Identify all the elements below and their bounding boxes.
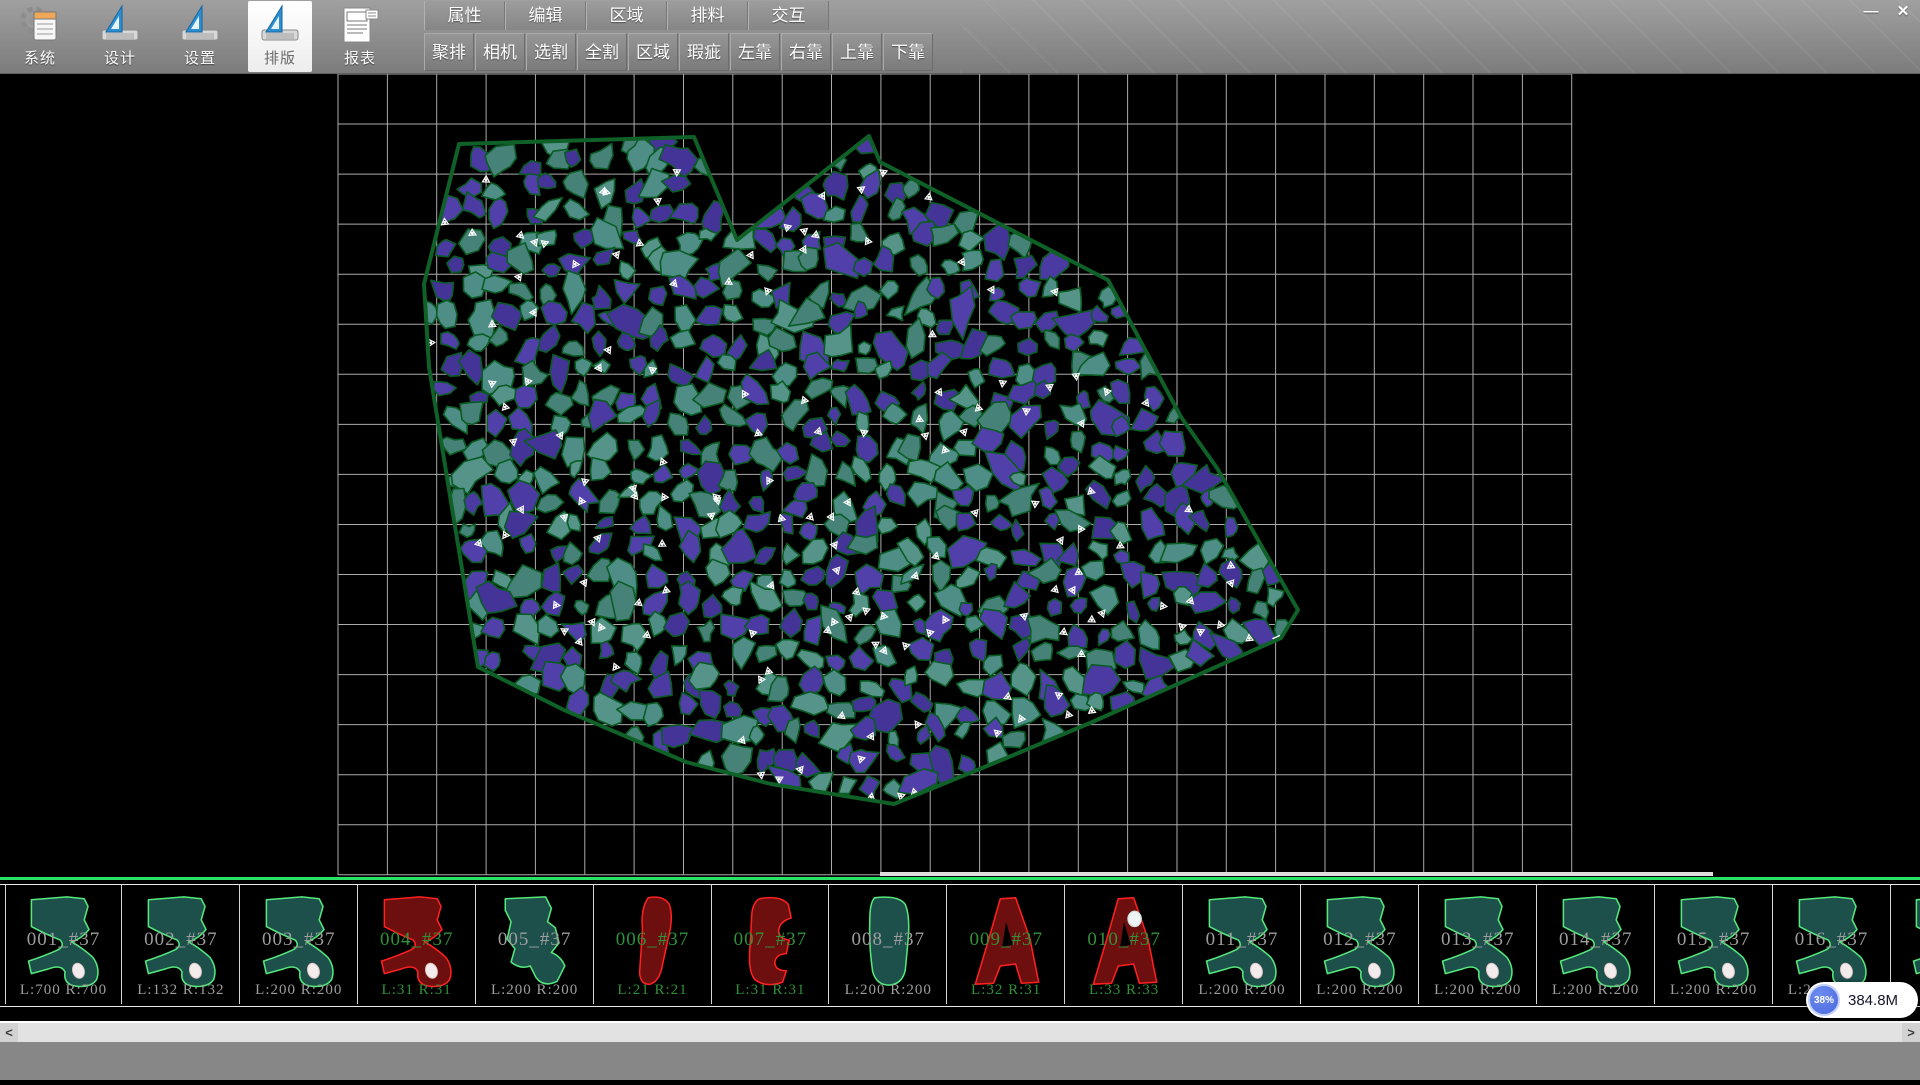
piece-id-label: 003_#37 <box>241 929 357 951</box>
piece-id-label: 013_#37 <box>1420 929 1536 951</box>
scroll-right-button[interactable]: > <box>1902 1023 1920 1042</box>
tab-label: 排版 <box>248 47 312 68</box>
piece-count-label: L:200 R:200 <box>1184 982 1300 999</box>
piece-count-label: L:31 R:31 <box>359 982 475 999</box>
progress-circle: 38% <box>1808 984 1840 1016</box>
ruler-icon <box>258 4 302 46</box>
thumbnail-cell[interactable]: 003_#37 L:200 R:200 <box>241 885 358 1004</box>
piece-count-label: L:200 R:200 <box>477 982 593 999</box>
piece-count-label: L:200 R:200 <box>1302 982 1418 999</box>
ruler-icon <box>178 4 222 46</box>
piece-id-label: 0 <box>1891 929 1920 951</box>
action-button[interactable]: 聚排 <box>424 33 474 71</box>
piece-id-label: 014_#37 <box>1538 929 1654 951</box>
piece-count-label: L:200 R:200 <box>1420 982 1536 999</box>
piece-id-label: 004_#37 <box>359 929 475 951</box>
tab-report[interactable]: 报表 <box>328 1 392 72</box>
piece-thumbnail-strip: 001_#37L:700 R:700002_#37L:132 R:132003_… <box>0 884 1920 1007</box>
tab-label: 系统 <box>8 47 72 68</box>
tab-label: 设置 <box>168 47 232 68</box>
menu-bar: 属性编辑区域排料交互 <box>424 1 829 30</box>
piece-id-label: 001_#37 <box>6 929 121 951</box>
tab-label: 报表 <box>328 47 392 68</box>
thumbnail-cell[interactable]: 006_#37 L:21 R:21 <box>595 885 712 1004</box>
menu-item[interactable]: 排料 <box>667 1 748 30</box>
piece-id-label: 007_#37 <box>712 929 828 951</box>
tab-settings[interactable]: 设置 <box>168 1 232 72</box>
thumbnail-scrollbar-thumb[interactable] <box>880 872 1713 876</box>
piece-count-label: L:700 R:700 <box>6 982 121 999</box>
tab-label: 设计 <box>88 47 152 68</box>
toolbar-texture <box>960 0 1920 73</box>
gear-icon <box>18 4 62 46</box>
thumbnail-cell[interactable]: 008_#37 L:200 R:200 <box>830 885 947 1004</box>
piece-id-label: 006_#37 <box>595 929 711 951</box>
piece-count-label: L:200 R:200 <box>830 982 946 999</box>
thumbnail-cell[interactable]: 004_#37 L:31 R:31 <box>359 885 476 1004</box>
piece-id-label: 016_#37 <box>1774 929 1890 951</box>
thumbnail-cell[interactable]: 012_#37 L:200 R:200 <box>1302 885 1419 1004</box>
piece-count-label: L:32 R:31 <box>948 982 1064 999</box>
thumbnail-cell[interactable]: 015_#37 L:200 R:200 <box>1656 885 1773 1004</box>
thumbnail-cell[interactable]: 014_#37 L:200 R:200 <box>1538 885 1655 1004</box>
thumbnail-cell[interactable]: 007_#37 L:31 R:31 <box>712 885 829 1004</box>
piece-id-label: 002_#37 <box>123 929 239 951</box>
scroll-left-button[interactable]: < <box>0 1023 18 1042</box>
piece-id-label: 009_#37 <box>948 929 1064 951</box>
piece-id-label: 005_#37 <box>477 929 593 951</box>
strip-divider-line <box>0 877 1920 880</box>
piece-count-label: L:200 R:200 <box>1656 982 1772 999</box>
thumbnail-cell[interactable]: 002_#37 L:132 R:132 <box>123 885 240 1004</box>
close-button[interactable]: ✕ <box>1890 2 1916 22</box>
thumbnail-cell[interactable]: 010_#37 L:33 R:33 <box>1066 885 1183 1004</box>
action-button[interactable]: 上靠 <box>832 33 882 71</box>
piece-id-label: 011_#37 <box>1184 929 1300 951</box>
piece-count-label: L:33 R:33 <box>1066 982 1182 999</box>
action-button[interactable]: 右靠 <box>781 33 831 71</box>
piece-count-label: L:21 R:21 <box>595 982 711 999</box>
piece-count-label: L:132 R:132 <box>123 982 239 999</box>
thumbnail-cell[interactable]: 011_#37 L:200 R:200 <box>1184 885 1301 1004</box>
action-bar: 聚排相机选割全割区域瑕疵左靠右靠上靠下靠 <box>424 33 934 71</box>
piece-id-label: 010_#37 <box>1066 929 1182 951</box>
thumbnail-cell[interactable]: 009_#37 L:32 R:31 <box>948 885 1065 1004</box>
nested-pieces <box>422 125 1291 799</box>
report-icon <box>338 4 382 46</box>
menu-item[interactable]: 区域 <box>586 1 667 30</box>
action-button[interactable]: 相机 <box>475 33 525 71</box>
thumbnail-cell[interactable]: 005_#37 L:200 R:200 <box>477 885 594 1004</box>
piece-count-label: L:200 R:200 <box>1538 982 1654 999</box>
toolbar: 系统设计设置排版报表 属性编辑区域排料交互 聚排相机选割全割区域瑕疵左靠右靠上靠… <box>0 0 1920 74</box>
horizontal-scrollbar[interactable]: < > <box>0 1021 1920 1042</box>
tab-design[interactable]: 设计 <box>88 1 152 72</box>
menu-item[interactable]: 编辑 <box>505 1 586 30</box>
piece-id-label: 015_#37 <box>1656 929 1772 951</box>
piece-id-label: 012_#37 <box>1302 929 1418 951</box>
action-button[interactable]: 瑕疵 <box>679 33 729 71</box>
thumbnail-cell[interactable]: 001_#37 L:700 R:700 <box>5 885 122 1004</box>
piece-count-label: L:31 R:31 <box>712 982 828 999</box>
menu-item[interactable]: 交互 <box>748 1 829 30</box>
memory-usage-label: 384.8M <box>1848 992 1898 1009</box>
action-button[interactable]: 下靠 <box>883 33 933 71</box>
piece-count-label: L:200 R:200 <box>241 982 357 999</box>
status-footer <box>0 1042 1920 1080</box>
action-button[interactable]: 选割 <box>526 33 576 71</box>
action-button[interactable]: 区域 <box>628 33 678 71</box>
ruler-icon <box>98 4 142 46</box>
window-controls: — ✕ <box>1858 2 1916 22</box>
tab-system[interactable]: 系统 <box>8 1 72 72</box>
action-button[interactable]: 左靠 <box>730 33 780 71</box>
action-button[interactable]: 全割 <box>577 33 627 71</box>
menu-item[interactable]: 属性 <box>424 1 505 30</box>
minimize-button[interactable]: — <box>1858 2 1884 22</box>
tab-nesting[interactable]: 排版 <box>248 1 312 72</box>
piece-id-label: 008_#37 <box>830 929 946 951</box>
status-badge[interactable]: 38% 384.8M <box>1806 982 1918 1018</box>
thumbnail-cell[interactable]: 013_#37 L:200 R:200 <box>1420 885 1537 1004</box>
